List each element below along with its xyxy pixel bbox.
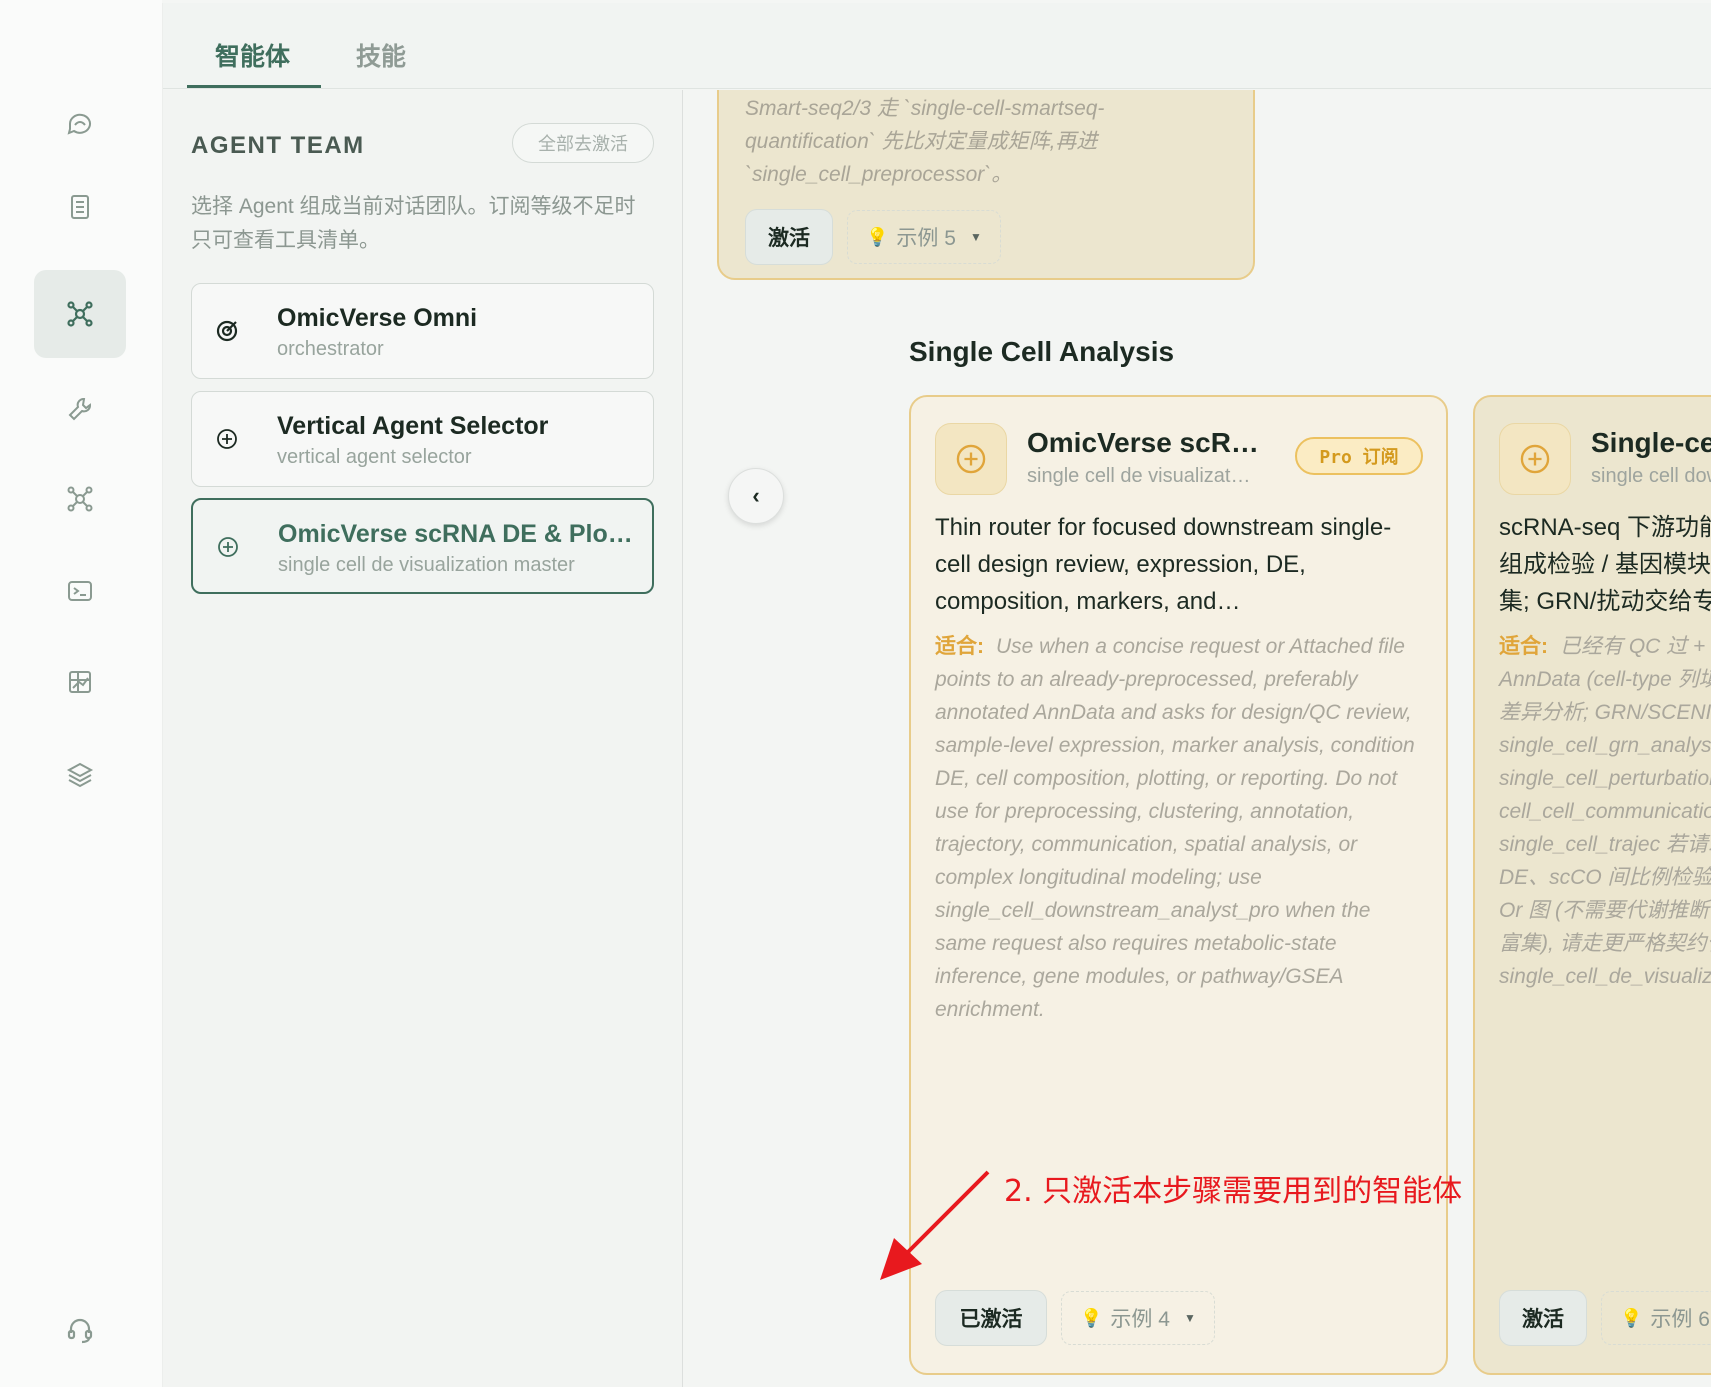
activate-button[interactable]: 激活	[1499, 1290, 1587, 1346]
fit-text: 已经有 QC 过 + 已注释的 scR AnnData (cell-type 列…	[1499, 635, 1711, 988]
network-icon[interactable]	[34, 455, 126, 543]
card-fit: 适合:已经有 QC 过 + 已注释的 scR AnnData (cell-typ…	[1499, 630, 1711, 993]
plus-circle-icon	[217, 429, 237, 449]
caret-down-icon: ▼	[1183, 1311, 1196, 1325]
card-fit: 适合: Use when a concise request or Attache…	[935, 630, 1425, 1026]
agent-item-omni[interactable]: OmicVerse Omni orchestrator	[191, 283, 654, 379]
annotation-text: 2. 只激活本步骤需要用到的智能体	[1004, 1174, 1463, 1209]
agent-role: vertical agent selector	[277, 446, 472, 468]
deactivate-all-button[interactable]: 全部去激活	[512, 123, 654, 163]
annotation-arrow	[880, 1170, 990, 1280]
nav-rail	[0, 0, 162, 1387]
agent-name: OmicVerse scRNA DE & Plo…	[278, 520, 633, 548]
chart-icon[interactable]	[34, 638, 126, 726]
headset-icon[interactable]	[34, 1285, 126, 1373]
agents-icon[interactable]	[34, 270, 126, 358]
tab-underline	[187, 85, 321, 88]
terminal-icon[interactable]	[34, 547, 126, 635]
card-title: OmicVerse scR…	[1027, 427, 1259, 458]
card-fit-text: Smart-seq2/3 走 `single-cell-smartseq-qua…	[745, 97, 1105, 186]
examples-label: 示例 4	[1110, 1308, 1170, 1331]
fit-label: 适合:	[1499, 635, 1548, 658]
activated-button[interactable]: 已激活	[935, 1290, 1047, 1346]
examples-dropdown[interactable]: 💡 示例 4 ▼	[1061, 1291, 1215, 1345]
lightbulb-icon: 💡	[1620, 1307, 1643, 1328]
card-subtitle: single cell downstrea…	[1591, 465, 1711, 487]
card-description: Thin router for focused downstream singl…	[935, 514, 1392, 615]
examples-dropdown[interactable]: 💡 示例 5 ▼	[847, 210, 1001, 264]
tab-skills[interactable]: 技能	[356, 37, 406, 73]
examples-label: 示例 6	[1650, 1308, 1710, 1331]
pro-subscription-badge[interactable]: Pro 订阅	[1295, 437, 1423, 475]
agent-name: OmicVerse Omni	[277, 304, 478, 332]
agent-team-sidebar: AGENT TEAM 全部去激活 选择 Agent 组成当前对话团队。订阅等级不…	[163, 90, 683, 1387]
document-icon[interactable]	[34, 163, 126, 251]
agent-item-scrna-de[interactable]: OmicVerse scRNA DE & Plo… single cell de…	[191, 498, 654, 594]
sidebar-divider	[682, 90, 688, 1387]
lightbulb-icon: 💡	[866, 226, 889, 247]
wrench-icon[interactable]	[34, 365, 126, 453]
chevron-left-icon: ‹	[752, 483, 760, 508]
examples-dropdown[interactable]: 💡 示例 6 ▼	[1601, 1291, 1711, 1345]
plus-circle-icon	[218, 537, 238, 557]
collapse-sidebar-button[interactable]: ‹	[728, 468, 784, 524]
fit-label: 适合:	[935, 635, 984, 658]
card-title: Single-cell Dow…	[1591, 427, 1711, 458]
agent-name: Vertical Agent Selector	[277, 412, 549, 440]
card-description: scRNA-seq 下游功能分析总管 —— 断 / 组成检验 / 基因模块 / …	[1499, 514, 1711, 615]
agent-role: orchestrator	[277, 338, 384, 360]
agent-item-vertical-selector[interactable]: Vertical Agent Selector vertical agent s…	[191, 391, 654, 487]
lightbulb-icon: 💡	[1080, 1307, 1103, 1328]
tab-agents[interactable]: 智能体	[215, 37, 290, 73]
tab-bar: 智能体 技能	[163, 3, 1711, 89]
chat-icon[interactable]	[34, 80, 126, 168]
section-title: Single Cell Analysis	[909, 336, 1175, 367]
caret-down-icon: ▼	[969, 230, 982, 244]
team-title: AGENT TEAM	[191, 132, 365, 159]
card-subtitle: single cell de visualizat…	[1027, 465, 1251, 487]
activate-button[interactable]: 激活	[745, 209, 833, 265]
agent-card-partial: Smart-seq2/3 走 `single-cell-smartseq-qua…	[717, 90, 1255, 280]
target-icon	[216, 320, 238, 342]
fit-text: Use when a concise request or Attached f…	[935, 635, 1415, 1021]
team-description: 选择 Agent 组成当前对话团队。订阅等级不足时只可查看工具清单。	[191, 195, 636, 252]
examples-label: 示例 5	[896, 227, 956, 250]
plus-circle-icon	[1499, 423, 1571, 495]
agent-card-downstream: Single-cell Dow… single cell downstrea… …	[1473, 395, 1711, 1375]
plus-circle-icon	[935, 423, 1007, 495]
agent-role: single cell de visualization master	[278, 554, 575, 576]
layers-icon[interactable]	[34, 730, 126, 818]
